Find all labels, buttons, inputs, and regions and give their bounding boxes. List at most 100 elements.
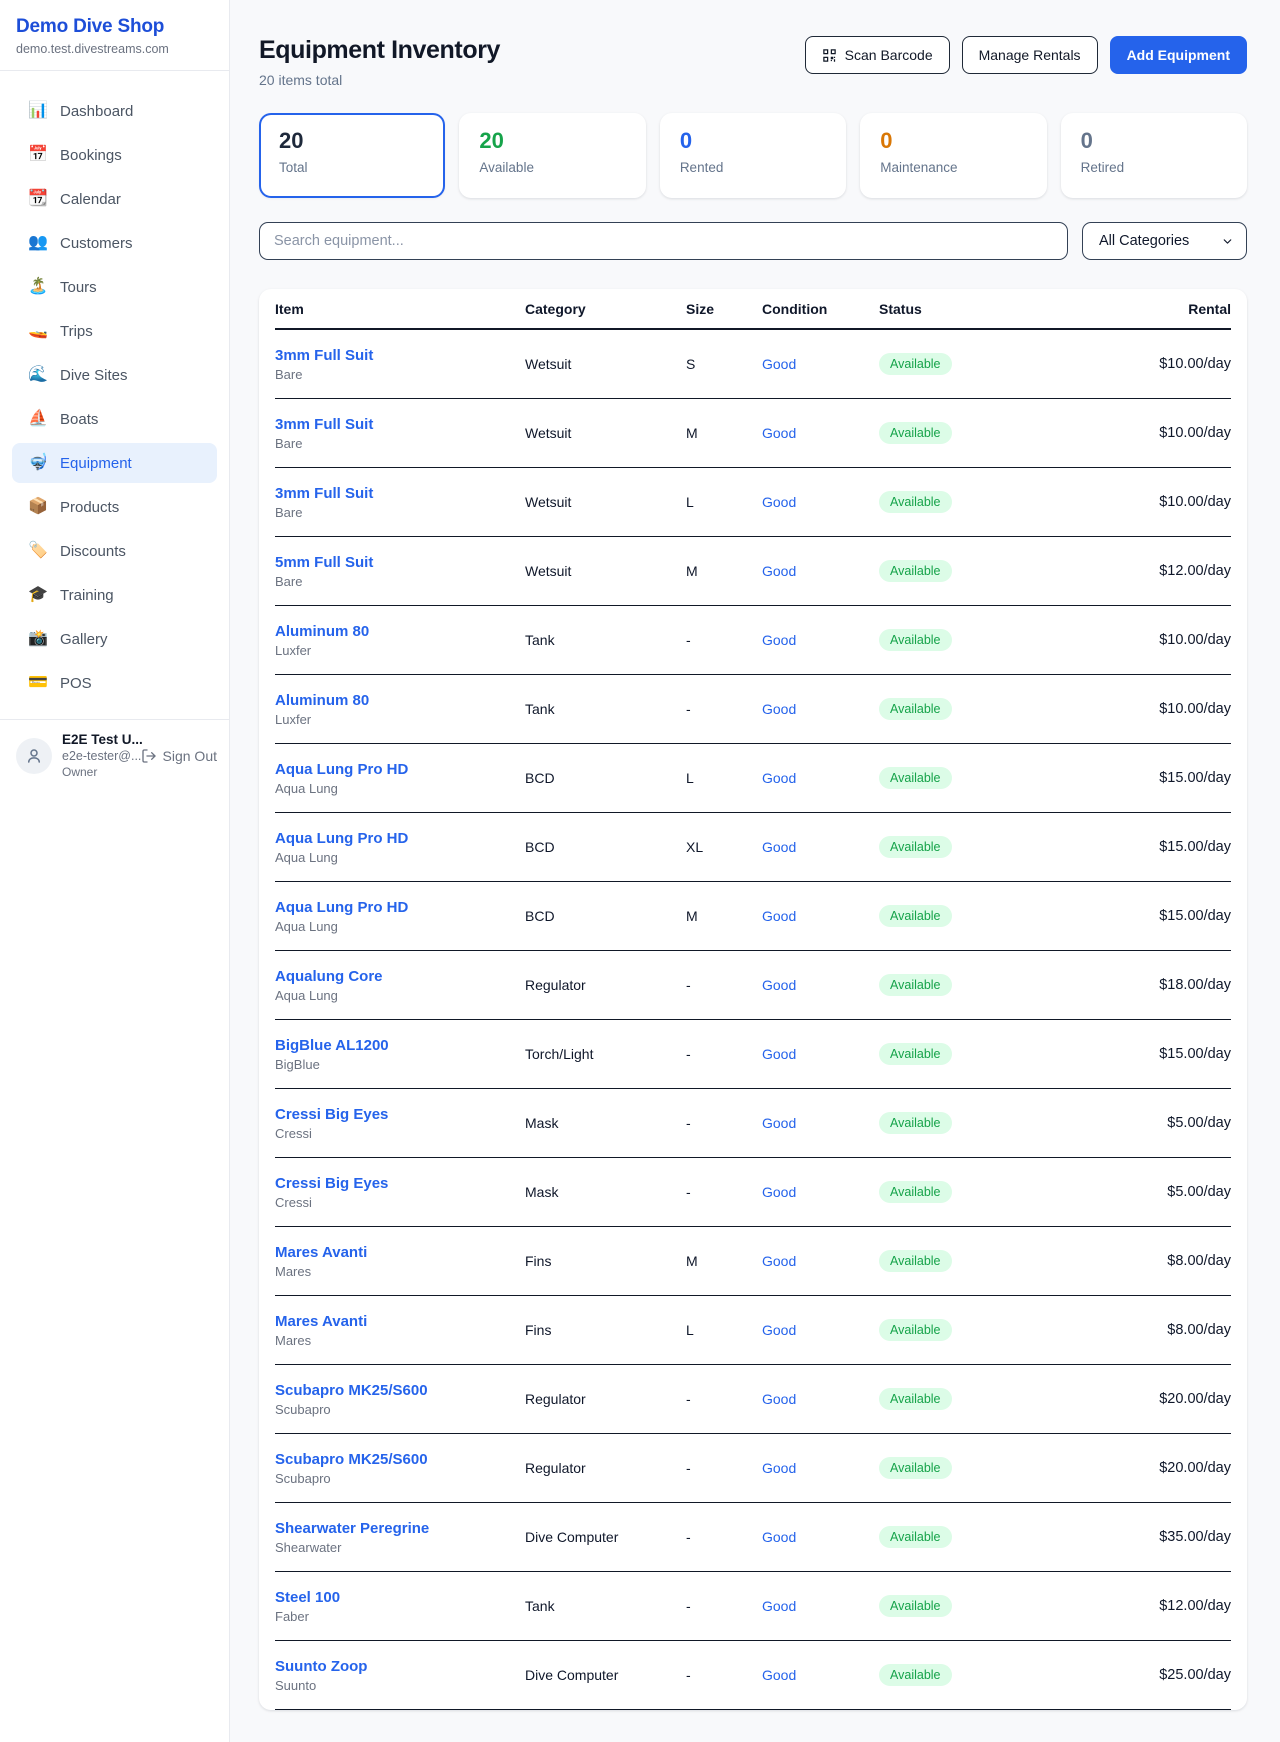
stat-card[interactable]: 0 Maintenance — [860, 113, 1046, 198]
item-cell: BigBlue AL1200 BigBlue — [275, 1037, 525, 1072]
item-name-link[interactable]: Suunto Zoop — [275, 1658, 525, 1675]
status-badge: Available — [879, 629, 952, 651]
stat-label: Available — [479, 160, 625, 175]
item-category: BCD — [525, 908, 686, 924]
item-name-link[interactable]: 5mm Full Suit — [275, 554, 525, 571]
item-cell: Aluminum 80 Luxfer — [275, 692, 525, 727]
add-equipment-button[interactable]: Add Equipment — [1110, 36, 1247, 74]
item-condition-link[interactable]: Good — [762, 1598, 879, 1614]
shop-name[interactable]: Demo Dive Shop — [16, 16, 213, 38]
item-condition-link[interactable]: Good — [762, 632, 879, 648]
item-condition-link[interactable]: Good — [762, 770, 879, 786]
item-name-link[interactable]: Cressi Big Eyes — [275, 1106, 525, 1123]
item-name-link[interactable]: BigBlue AL1200 — [275, 1037, 525, 1054]
sidebar-item[interactable]: 💳 POS — [12, 663, 217, 703]
item-status-cell: Available — [879, 1043, 1079, 1065]
sidebar-item[interactable]: 📊 Dashboard — [12, 91, 217, 131]
sidebar-item[interactable]: ⛵ Boats — [12, 399, 217, 439]
item-name-link[interactable]: Steel 100 — [275, 1589, 525, 1606]
sidebar-item[interactable]: 👥 Customers — [12, 223, 217, 263]
item-category: BCD — [525, 839, 686, 855]
scan-barcode-button[interactable]: Scan Barcode — [805, 36, 950, 74]
item-cell: 3mm Full Suit Bare — [275, 416, 525, 451]
sidebar-item[interactable]: 📅 Bookings — [12, 135, 217, 175]
sidebar-item[interactable]: 📸 Gallery — [12, 619, 217, 659]
sign-out-button[interactable]: Sign Out — [141, 748, 217, 764]
sidebar-item[interactable]: 📆 Calendar — [12, 179, 217, 219]
item-size: L — [686, 770, 762, 786]
item-condition-link[interactable]: Good — [762, 908, 879, 924]
sidebar-item-label: Boats — [60, 411, 98, 428]
item-condition-link[interactable]: Good — [762, 494, 879, 510]
sidebar-item[interactable]: 🚤 Trips — [12, 311, 217, 351]
category-selected-value: All Categories — [1099, 233, 1189, 249]
item-condition-link[interactable]: Good — [762, 563, 879, 579]
item-name-link[interactable]: Aqua Lung Pro HD — [275, 899, 525, 916]
item-status-cell: Available — [879, 767, 1079, 789]
item-condition-link[interactable]: Good — [762, 356, 879, 372]
item-name-link[interactable]: Mares Avanti — [275, 1313, 525, 1330]
sidebar-item-icon: 📦 — [28, 499, 48, 515]
sidebar-item[interactable]: 🤿 Equipment — [12, 443, 217, 483]
item-name-link[interactable]: Scubapro MK25/S600 — [275, 1382, 525, 1399]
item-condition-link[interactable]: Good — [762, 1253, 879, 1269]
item-condition-link[interactable]: Good — [762, 1184, 879, 1200]
item-name-link[interactable]: Aqualung Core — [275, 968, 525, 985]
item-condition-link[interactable]: Good — [762, 1529, 879, 1545]
item-cell: Shearwater Peregrine Shearwater — [275, 1520, 525, 1555]
item-condition-link[interactable]: Good — [762, 1391, 879, 1407]
manage-rentals-button[interactable]: Manage Rentals — [962, 36, 1098, 74]
item-condition-link[interactable]: Good — [762, 1460, 879, 1476]
item-name-link[interactable]: 3mm Full Suit — [275, 485, 525, 502]
item-size: - — [686, 1460, 762, 1476]
sidebar-item[interactable]: 🎓 Training — [12, 575, 217, 615]
status-badge: Available — [879, 1595, 952, 1617]
item-name-link[interactable]: Aluminum 80 — [275, 692, 525, 709]
item-name-link[interactable]: Aqua Lung Pro HD — [275, 761, 525, 778]
item-cell: Aqua Lung Pro HD Aqua Lung — [275, 761, 525, 796]
item-category: Wetsuit — [525, 494, 686, 510]
stat-card[interactable]: 0 Retired — [1061, 113, 1247, 198]
item-name-link[interactable]: Cressi Big Eyes — [275, 1175, 525, 1192]
item-category: Dive Computer — [525, 1667, 686, 1683]
item-size: M — [686, 425, 762, 441]
item-condition-link[interactable]: Good — [762, 839, 879, 855]
col-condition: Condition — [762, 301, 879, 317]
stat-card[interactable]: 0 Rented — [660, 113, 846, 198]
item-condition-link[interactable]: Good — [762, 977, 879, 993]
sidebar-item[interactable]: 📦 Products — [12, 487, 217, 527]
search-input[interactable] — [259, 222, 1068, 260]
item-condition-link[interactable]: Good — [762, 1115, 879, 1131]
item-condition-link[interactable]: Good — [762, 425, 879, 441]
status-badge: Available — [879, 422, 952, 444]
page-header: Equipment Inventory 20 items total Scan … — [259, 36, 1247, 88]
stat-card[interactable]: 20 Available — [459, 113, 645, 198]
item-name-link[interactable]: Aqua Lung Pro HD — [275, 830, 525, 847]
table-row: Mares Avanti Mares Fins L Good Available… — [275, 1296, 1231, 1365]
sidebar-item[interactable]: 🏷️ Discounts — [12, 531, 217, 571]
item-size: M — [686, 908, 762, 924]
sidebar-item[interactable]: 🌊 Dive Sites — [12, 355, 217, 395]
item-name-link[interactable]: Shearwater Peregrine — [275, 1520, 525, 1537]
col-size: Size — [686, 301, 762, 317]
item-rental-rate: $15.00/day — [1079, 770, 1231, 786]
stat-value: 0 — [880, 128, 1026, 154]
item-condition-link[interactable]: Good — [762, 1046, 879, 1062]
item-condition-link[interactable]: Good — [762, 1322, 879, 1338]
stat-card[interactable]: 20 Total — [259, 113, 445, 198]
item-brand: Mares — [275, 1333, 525, 1348]
table-row: 3mm Full Suit Bare Wetsuit S Good Availa… — [275, 330, 1231, 399]
item-name-link[interactable]: Scubapro MK25/S600 — [275, 1451, 525, 1468]
stat-value: 20 — [479, 128, 625, 154]
item-status-cell: Available — [879, 1388, 1079, 1410]
category-select[interactable]: All Categories — [1082, 222, 1247, 260]
item-condition-link[interactable]: Good — [762, 701, 879, 717]
item-name-link[interactable]: 3mm Full Suit — [275, 347, 525, 364]
sidebar-item[interactable]: 🏝️ Tours — [12, 267, 217, 307]
status-badge: Available — [879, 1388, 952, 1410]
item-name-link[interactable]: Mares Avanti — [275, 1244, 525, 1261]
item-name-link[interactable]: 3mm Full Suit — [275, 416, 525, 433]
item-name-link[interactable]: Aluminum 80 — [275, 623, 525, 640]
item-condition-link[interactable]: Good — [762, 1667, 879, 1683]
status-badge: Available — [879, 560, 952, 582]
